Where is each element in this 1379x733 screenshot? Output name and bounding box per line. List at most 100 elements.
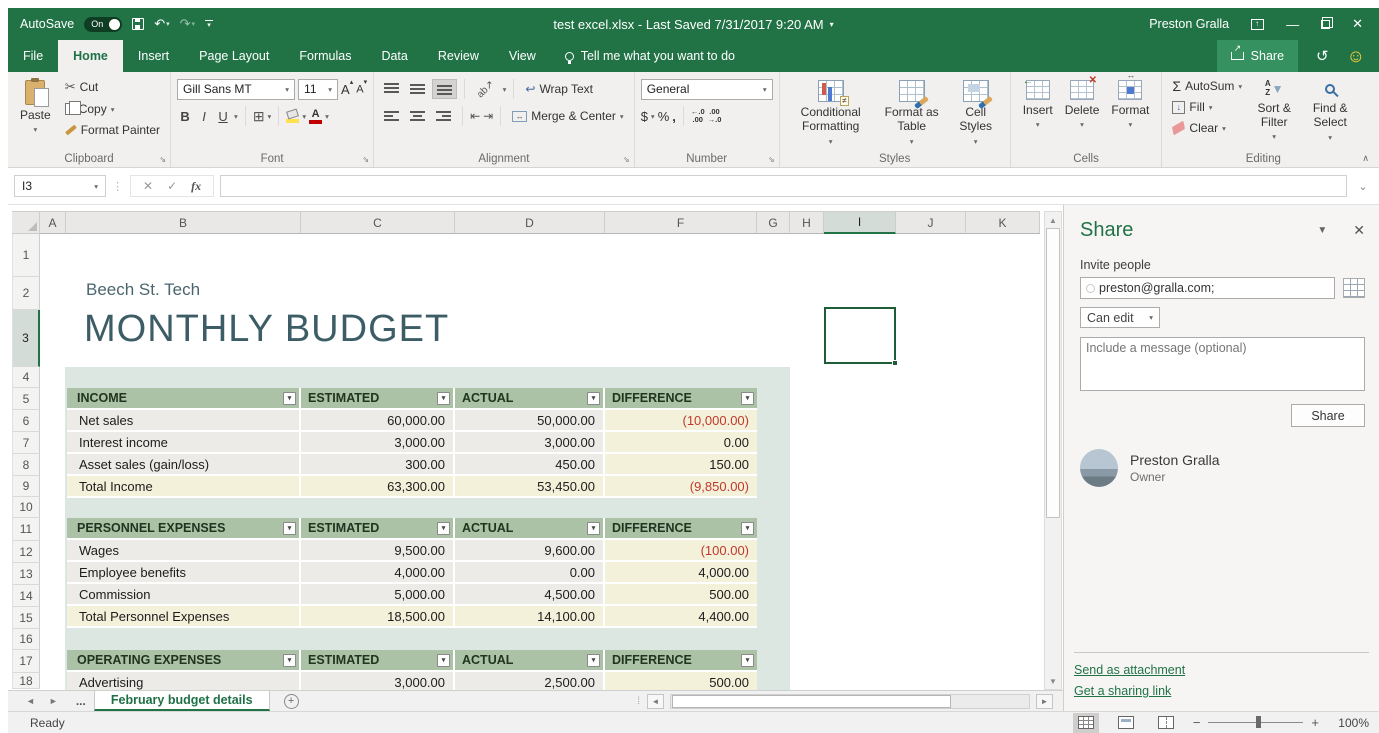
formula-input[interactable] xyxy=(220,175,1347,197)
row-header-3[interactable]: 3 xyxy=(12,310,40,367)
filter-dropdown-button[interactable]: ▾ xyxy=(741,654,754,667)
message-textarea[interactable] xyxy=(1080,337,1365,391)
vertical-scrollbar[interactable]: ▲ ▼ xyxy=(1044,211,1062,690)
table-cell[interactable]: Advertising xyxy=(67,672,301,690)
table-cell[interactable]: (9,850.00) xyxy=(605,476,757,498)
zoom-slider[interactable] xyxy=(1208,722,1303,723)
row-header-16[interactable]: 16 xyxy=(12,629,40,650)
hscroll-right-icon[interactable]: ► xyxy=(1036,694,1053,709)
ribbon-tab-page-layout[interactable]: Page Layout xyxy=(184,40,284,72)
row-header-9[interactable]: 9 xyxy=(12,476,40,497)
new-sheet-button[interactable]: + xyxy=(284,691,299,711)
filter-dropdown-button[interactable]: ▾ xyxy=(437,522,450,535)
ribbon-tab-formulas[interactable]: Formulas xyxy=(284,40,366,72)
underline-button[interactable]: U xyxy=(215,109,231,124)
table-cell[interactable]: 5,000.00 xyxy=(301,584,455,606)
table-cell[interactable]: 0.00 xyxy=(605,432,757,454)
table-cell[interactable]: 14,100.00 xyxy=(455,606,605,628)
page-break-preview-button[interactable] xyxy=(1153,713,1179,733)
table-row[interactable]: Advertising3,000.002,500.00500.00 xyxy=(67,672,757,690)
find-select-button[interactable]: Find & Select ▾ xyxy=(1302,77,1358,145)
filter-dropdown-button[interactable]: ▾ xyxy=(283,392,296,405)
permission-select[interactable]: Can edit ▾ xyxy=(1080,307,1160,328)
font-name-select[interactable]: Gill Sans MT▾ xyxy=(177,79,295,100)
sheet-canvas[interactable]: Beech St. Tech MONTHLY BUDGET INCOME▾EST… xyxy=(40,234,1040,690)
table-cell[interactable]: 3,000.00 xyxy=(301,432,455,454)
table-cell[interactable]: Asset sales (gain/loss) xyxy=(67,454,301,476)
table-cell[interactable]: Interest income xyxy=(67,432,301,454)
get-sharing-link[interactable]: Get a sharing link xyxy=(1074,684,1369,698)
percent-style-button[interactable]: % xyxy=(658,109,670,124)
share-pane-dropdown-icon[interactable]: ▼ xyxy=(1317,225,1327,236)
row-header-8[interactable]: 8 xyxy=(12,454,40,476)
name-box[interactable]: I3 ▾ xyxy=(14,175,106,197)
middle-align-button[interactable] xyxy=(406,80,429,98)
sort-filter-button[interactable]: AZ▼ Sort & Filter ▾ xyxy=(1246,77,1302,144)
zoom-out-button[interactable]: − xyxy=(1193,715,1201,730)
autosum-button[interactable]: ΣAutoSum▾ xyxy=(1168,77,1246,95)
column-header-I[interactable]: I xyxy=(824,211,896,234)
column-header-H[interactable]: H xyxy=(790,211,824,234)
ribbon-tab-review[interactable]: Review xyxy=(423,40,494,72)
redo-button[interactable]: ↷▾ xyxy=(180,16,195,32)
owner-contact[interactable]: Preston Gralla Owner xyxy=(1080,449,1365,487)
table-cell[interactable]: 63,300.00 xyxy=(301,476,455,498)
tell-me-box[interactable]: Tell me what you want to do xyxy=(565,40,735,72)
selected-cell-I3[interactable] xyxy=(824,307,896,364)
table-row[interactable]: Asset sales (gain/loss)300.00450.00150.0… xyxy=(67,454,757,476)
feedback-smiley-icon[interactable]: ☺ xyxy=(1347,47,1365,65)
number-dialog-launcher-icon[interactable]: ⇘ xyxy=(768,155,775,164)
zoom-level[interactable]: 100% xyxy=(1333,716,1369,730)
table-cell[interactable]: 2,500.00 xyxy=(455,672,605,690)
accounting-format-button[interactable]: $ xyxy=(641,109,648,124)
table-cell[interactable]: Net sales xyxy=(67,410,301,432)
increase-indent-button[interactable]: ⇥ xyxy=(483,109,493,123)
alignment-dialog-launcher-icon[interactable]: ⇘ xyxy=(623,155,630,164)
scroll-down-icon[interactable]: ▼ xyxy=(1045,673,1061,689)
share-pane-close-icon[interactable]: ✕ xyxy=(1353,222,1365,239)
table-row[interactable]: Commission5,000.004,500.00500.00 xyxy=(67,584,757,606)
ribbon-tab-home[interactable]: Home xyxy=(58,40,123,72)
table-cell[interactable]: Total Personnel Expenses xyxy=(67,606,301,628)
invite-people-field[interactable] xyxy=(1080,277,1335,299)
table-cell[interactable]: (10,000.00) xyxy=(605,410,757,432)
restore-button[interactable] xyxy=(1321,20,1330,29)
normal-view-button[interactable] xyxy=(1073,713,1099,733)
decrease-font-size-button[interactable]: A▾ xyxy=(356,82,367,96)
align-left-button[interactable] xyxy=(380,107,403,125)
fill-color-button[interactable] xyxy=(286,110,299,123)
borders-button[interactable]: ⊞ xyxy=(253,109,265,123)
insert-function-icon[interactable]: fx xyxy=(191,179,201,194)
row-header-5[interactable]: 5 xyxy=(12,388,40,410)
orientation-button[interactable]: ab↗ xyxy=(472,81,500,98)
table-cell[interactable]: 4,500.00 xyxy=(455,584,605,606)
save-icon[interactable] xyxy=(132,18,144,30)
table-row[interactable]: Wages9,500.009,600.00(100.00) xyxy=(67,540,757,562)
table-row[interactable]: Total Income63,300.0053,450.00(9,850.00) xyxy=(67,476,757,498)
table-cell[interactable]: 150.00 xyxy=(605,454,757,476)
format-painter-button[interactable]: Format Painter xyxy=(61,121,164,139)
column-header-A[interactable]: A xyxy=(40,211,66,234)
format-cells-button[interactable]: Format ▾ xyxy=(1105,77,1155,132)
filter-dropdown-button[interactable]: ▾ xyxy=(437,654,450,667)
sheet-main-title[interactable]: MONTHLY BUDGET xyxy=(84,308,449,351)
column-header-C[interactable]: C xyxy=(301,211,455,234)
copy-button[interactable]: Copy▾ xyxy=(61,100,164,118)
filter-dropdown-button[interactable]: ▾ xyxy=(741,522,754,535)
zoom-slider-thumb[interactable] xyxy=(1256,716,1261,728)
row-header-7[interactable]: 7 xyxy=(12,432,40,454)
ribbon-display-options-icon[interactable] xyxy=(1251,19,1264,30)
table-row[interactable]: Total Personnel Expenses18,500.0014,100.… xyxy=(67,606,757,628)
decrease-indent-button[interactable]: ⇤ xyxy=(470,109,480,123)
increase-decimal-button[interactable]: ←.0.00 xyxy=(691,108,705,125)
share-button[interactable]: Share xyxy=(1217,40,1298,72)
column-header-B[interactable]: B xyxy=(66,211,301,234)
table-cell[interactable]: 4,000.00 xyxy=(301,562,455,584)
sheet-nav-right-icon[interactable]: ► xyxy=(49,696,58,706)
horizontal-scrollbar[interactable] xyxy=(670,694,1030,709)
cell-styles-button[interactable]: Cell Styles ▾ xyxy=(948,77,1004,149)
sheet-tab-active[interactable]: February budget details xyxy=(94,691,270,711)
table-cell[interactable]: Total Income xyxy=(67,476,301,498)
address-book-icon[interactable] xyxy=(1343,278,1365,298)
italic-button[interactable]: I xyxy=(196,109,212,124)
